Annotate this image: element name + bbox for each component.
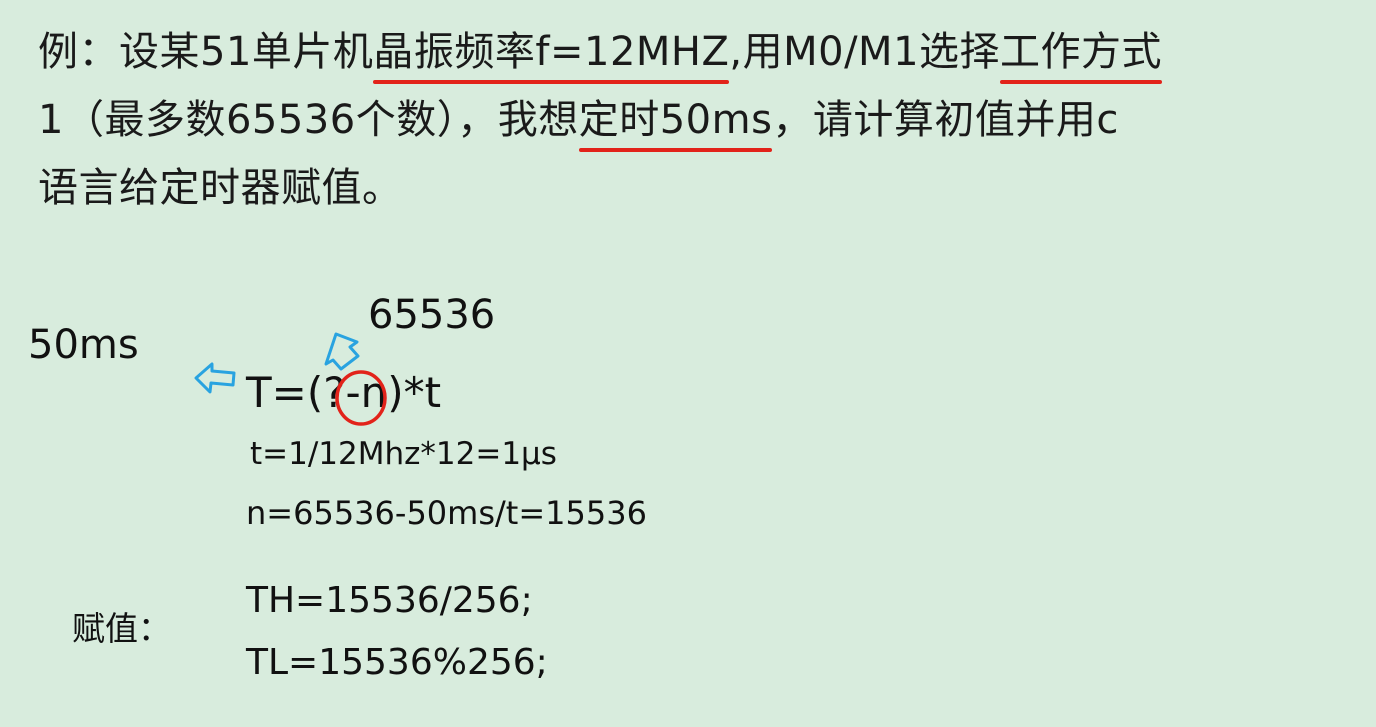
annotation-overlay [194,332,387,426]
highlight-circle [335,370,387,426]
arrow-up-right-icon [324,332,360,371]
arrow-left-icon [194,362,236,394]
slide: 例：设某51单片机晶振频率f=12MHZ,用M0/M1选择工作方式 1（最多数6… [0,0,1376,727]
